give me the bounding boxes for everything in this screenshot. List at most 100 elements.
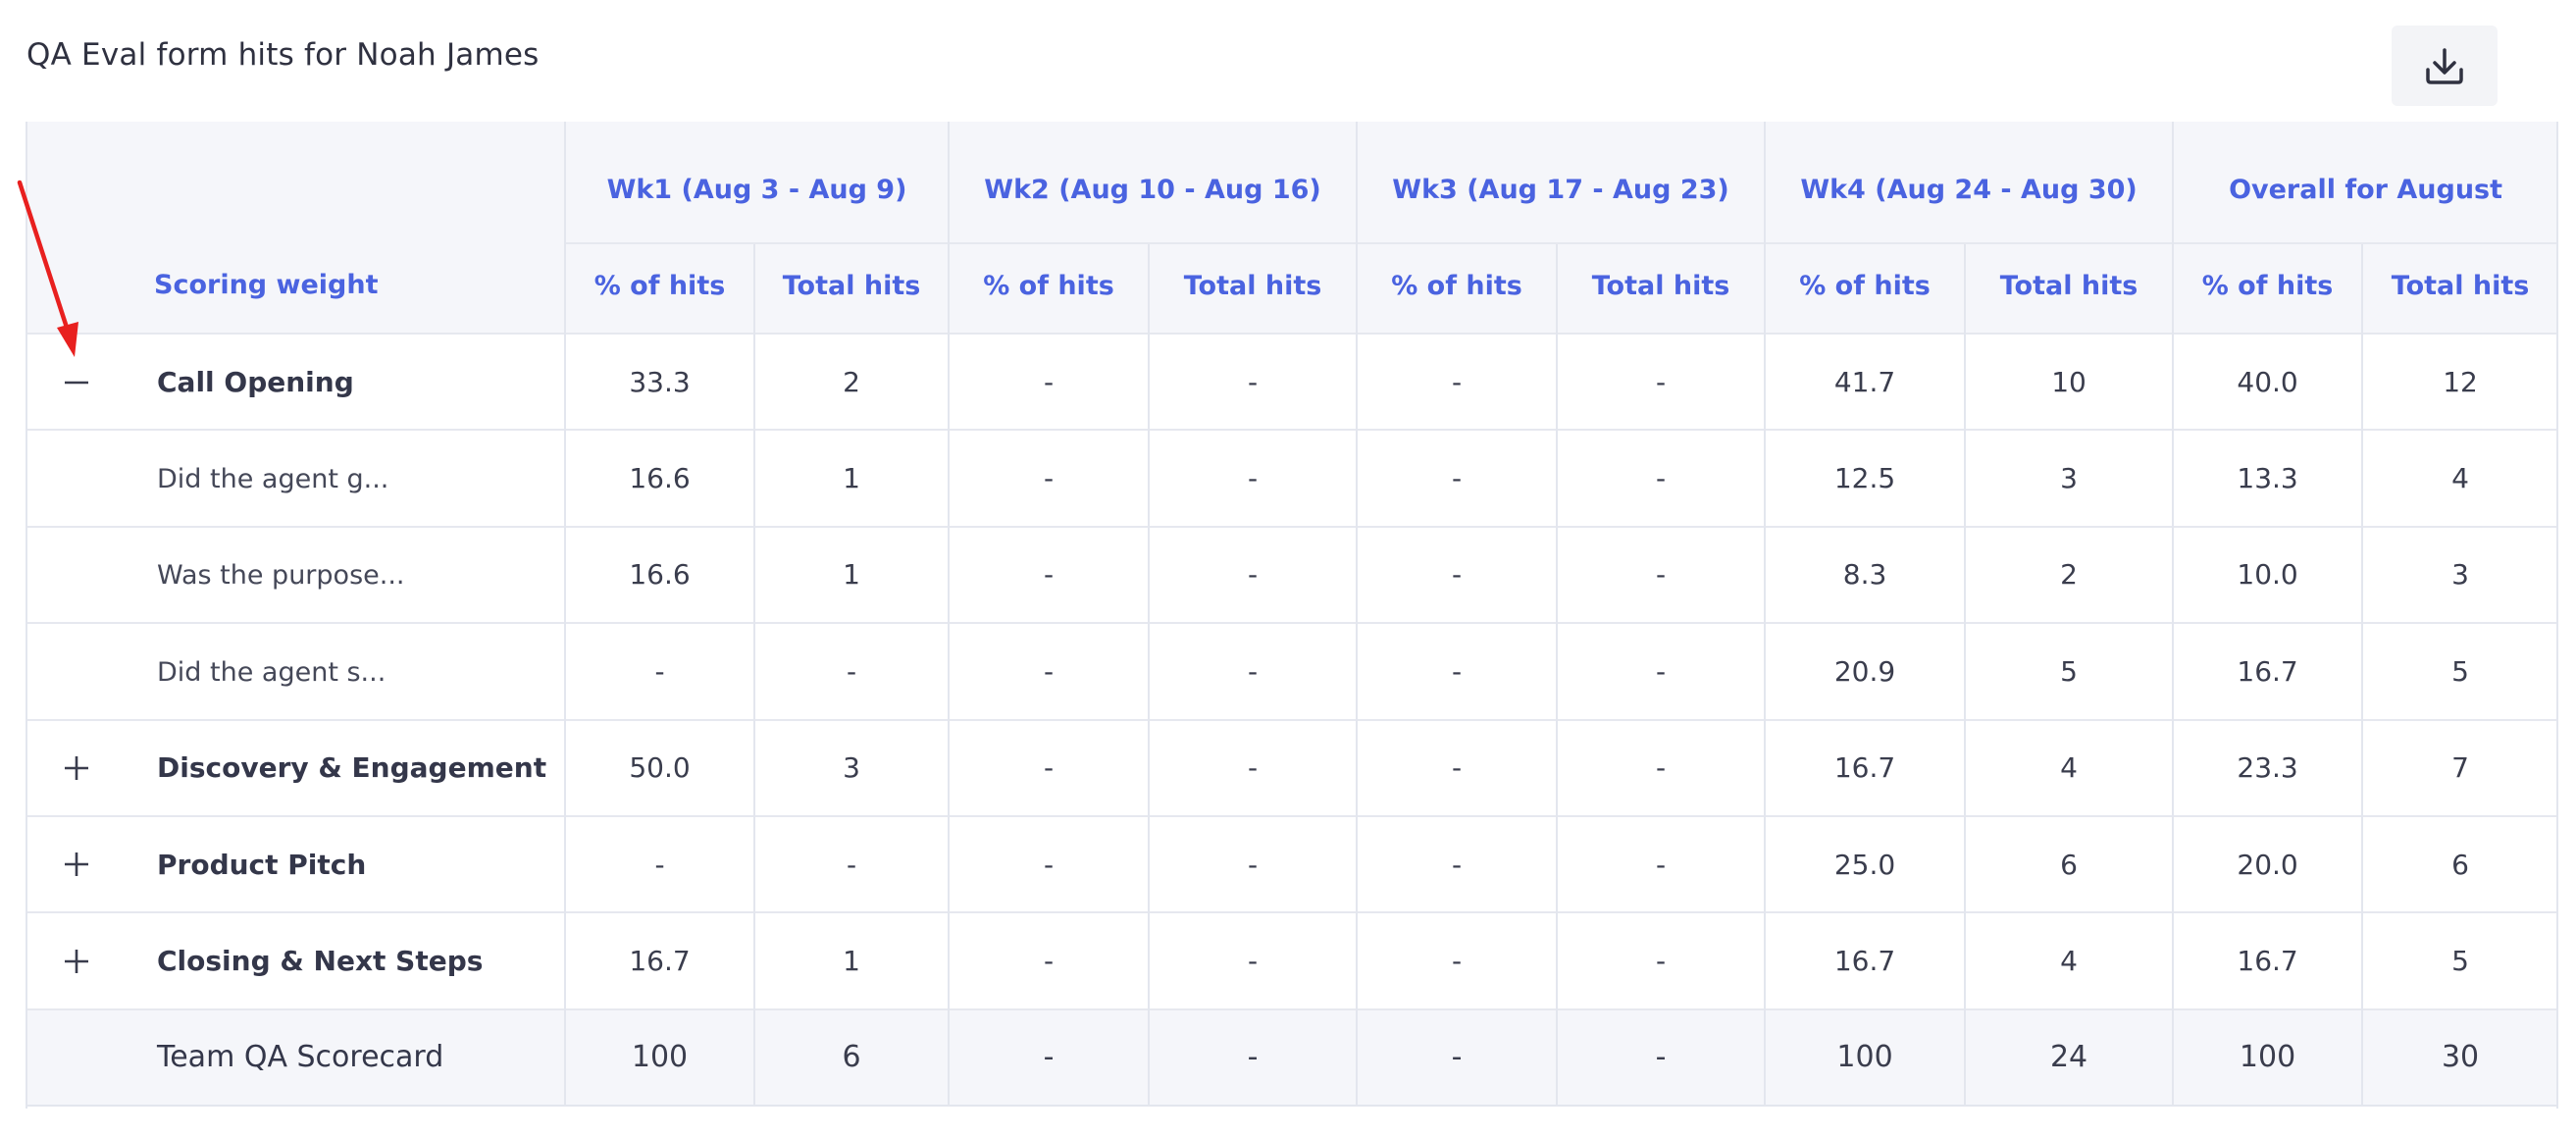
- cell-value: -: [564, 814, 754, 913]
- cell-value: 1: [753, 525, 949, 624]
- header-total-hits: Total hits: [1964, 242, 2174, 334]
- cell-value: 16.7: [1764, 718, 1966, 816]
- qa-eval-page: QA Eval form hits for Noah James Wk1 (Au…: [0, 0, 2576, 1136]
- cell-value: -: [753, 622, 949, 720]
- cell-value: 40.0: [2172, 332, 2363, 431]
- cell-value: 4: [2361, 429, 2558, 527]
- expand-toggle[interactable]: [62, 753, 91, 783]
- table-row-call-opening: Call Opening 33.3 2 - - - - 41.7 10 40.0…: [26, 332, 2558, 431]
- header-row-metrics: Scoring weight % of hits Total hits % of…: [26, 242, 2558, 334]
- table-row-product-pitch: Product Pitch - - - - - - 25.0 6 20.0 6: [26, 814, 2558, 913]
- total-value: 30: [2361, 1007, 2558, 1108]
- total-value: 100: [2172, 1007, 2363, 1108]
- cell-value: 10.0: [2172, 525, 2363, 624]
- header-total-hits: Total hits: [2361, 242, 2558, 334]
- row-label-cell: Team QA Scorecard: [26, 1007, 565, 1108]
- cell-value: -: [1556, 718, 1766, 816]
- total-value: 24: [1964, 1007, 2174, 1108]
- header-week-3: Wk3 (Aug 17 - Aug 23): [1356, 122, 1766, 243]
- row-label-cell: Call Opening: [26, 332, 565, 431]
- cell-value: 20.9: [1764, 622, 1966, 720]
- cell-value: 41.7: [1764, 332, 1966, 431]
- header-total-hits: Total hits: [1147, 242, 1358, 334]
- cell-value: 6: [2361, 814, 2558, 913]
- cell-value: 5: [2361, 911, 2558, 1009]
- cell-value: 2: [1964, 525, 2174, 624]
- row-label-cell: Did the agent g...: [26, 429, 565, 527]
- cell-value: 20.0: [2172, 814, 2363, 913]
- total-value: 100: [564, 1007, 754, 1108]
- row-label-cell: Discovery & Engagement: [26, 718, 565, 816]
- cell-value: 16.7: [2172, 622, 2363, 720]
- cell-value: 5: [1964, 622, 2174, 720]
- header-pct-hits: % of hits: [564, 242, 754, 334]
- cell-value: 16.6: [564, 429, 754, 527]
- plus-icon: [65, 852, 88, 877]
- header-total-hits: Total hits: [1556, 242, 1766, 334]
- row-label-cell: Closing & Next Steps: [26, 911, 565, 1009]
- cell-value: 16.6: [564, 525, 754, 624]
- cell-value: 12.5: [1764, 429, 1966, 527]
- page-title: QA Eval form hits for Noah James: [26, 37, 540, 73]
- cell-value: 25.0: [1764, 814, 1966, 913]
- annotation-arrow-icon: [17, 180, 78, 357]
- cell-value: 10: [1964, 332, 2174, 431]
- cell-value: 3: [1964, 429, 2174, 527]
- cell-value: 5: [2361, 622, 2558, 720]
- cell-value: 12: [2361, 332, 2558, 431]
- header-pct-hits: % of hits: [1764, 242, 1966, 334]
- cell-value: -: [948, 429, 1149, 527]
- header-row-weeks: Wk1 (Aug 3 - Aug 9) Wk2 (Aug 10 - Aug 16…: [26, 122, 2558, 243]
- cell-value: 16.7: [1764, 911, 1966, 1009]
- cell-value: 23.3: [2172, 718, 2363, 816]
- cell-value: 16.7: [2172, 911, 2363, 1009]
- cell-value: -: [1356, 429, 1558, 527]
- header-overall: Overall for August: [2172, 122, 2558, 243]
- cell-value: 6: [1964, 814, 2174, 913]
- cell-value: -: [1556, 814, 1766, 913]
- cell-value: 8.3: [1764, 525, 1966, 624]
- cell-value: -: [1147, 814, 1358, 913]
- total-value: -: [1147, 1007, 1358, 1108]
- cell-value: 50.0: [564, 718, 754, 816]
- cell-value: -: [948, 911, 1149, 1009]
- cell-value: -: [1556, 429, 1766, 527]
- row-label: Closing & Next Steps: [157, 945, 484, 978]
- total-value: -: [1356, 1007, 1558, 1108]
- header-week-2: Wk2 (Aug 10 - Aug 16): [947, 122, 1358, 243]
- expand-toggle[interactable]: [62, 947, 91, 976]
- cell-value: -: [1556, 911, 1766, 1009]
- header-corner: [26, 122, 565, 243]
- row-label-cell: Was the purpose...: [26, 525, 565, 624]
- cell-value: -: [1356, 911, 1558, 1009]
- total-value: -: [948, 1007, 1149, 1108]
- cell-value: -: [564, 622, 754, 720]
- cell-value: 2: [753, 332, 949, 431]
- cell-value: -: [1147, 332, 1358, 431]
- row-label: Product Pitch: [157, 848, 367, 881]
- expand-toggle[interactable]: [62, 850, 91, 879]
- table-row-sub-item: Was the purpose... 16.6 1 - - - - 8.3 2 …: [26, 525, 2558, 624]
- cell-value: -: [1556, 525, 1766, 624]
- row-label: Did the agent s...: [157, 656, 386, 688]
- cell-value: 3: [753, 718, 949, 816]
- row-label: Did the agent g...: [157, 464, 389, 495]
- cell-value: -: [1147, 718, 1358, 816]
- header-pct-hits: % of hits: [948, 242, 1149, 334]
- header-pct-hits: % of hits: [2172, 242, 2363, 334]
- row-label-cell: Product Pitch: [26, 814, 565, 913]
- cell-value: -: [1356, 332, 1558, 431]
- plus-icon: [65, 755, 88, 780]
- table-row-sub-item: Did the agent s... - - - - - - 20.9 5 16…: [26, 622, 2558, 720]
- table-row-total: Team QA Scorecard 100 6 - - - - 100 24 1…: [26, 1007, 2558, 1108]
- cell-value: -: [1147, 911, 1358, 1009]
- cell-value: -: [948, 332, 1149, 431]
- download-button[interactable]: [2392, 26, 2498, 106]
- cell-value: -: [1556, 622, 1766, 720]
- cell-value: -: [1147, 525, 1358, 624]
- header-total-hits: Total hits: [753, 242, 949, 334]
- cell-value: -: [948, 718, 1149, 816]
- header-scoring-weight: Scoring weight: [26, 243, 565, 334]
- cell-value: -: [1147, 429, 1358, 527]
- cell-value: 33.3: [564, 332, 754, 431]
